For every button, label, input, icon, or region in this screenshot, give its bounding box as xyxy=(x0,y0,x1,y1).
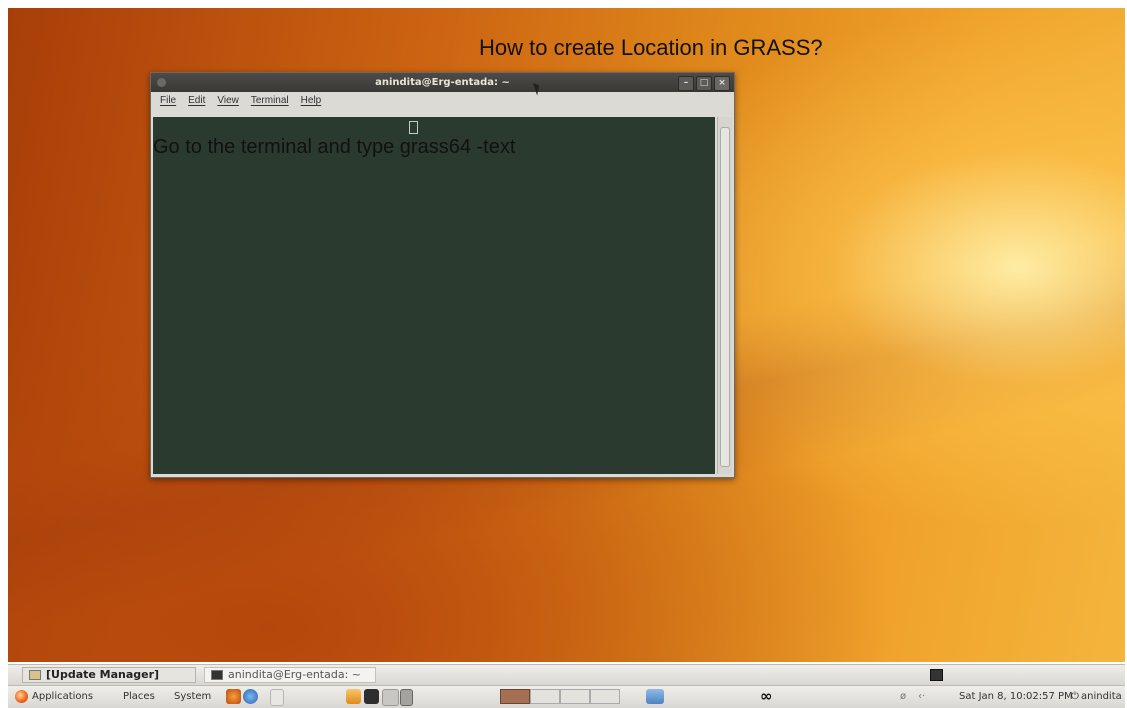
terminal-launcher-icon[interactable] xyxy=(364,689,379,704)
menu-places[interactable]: Places xyxy=(123,689,155,705)
window-menu-icon[interactable] xyxy=(157,78,166,87)
close-button[interactable]: × xyxy=(714,76,730,91)
maximize-button[interactable]: □ xyxy=(696,76,712,91)
user-menu[interactable]: anindita xyxy=(1081,689,1122,705)
menu-edit[interactable]: Edit xyxy=(188,92,205,109)
terminal-window-title: anindita@Erg-entada: ~ xyxy=(375,77,510,88)
screenshot-icon[interactable] xyxy=(382,689,399,706)
tutorial-step-instruction: Go to the terminal and type grass64 -tex… xyxy=(153,136,516,158)
ubuntu-logo-icon xyxy=(15,690,28,703)
weather-icon[interactable] xyxy=(646,689,664,704)
tutorial-title: How to create Location in GRASS? xyxy=(479,35,823,60)
terminal-icon xyxy=(211,670,223,680)
menu-applications[interactable]: Applications xyxy=(32,689,93,705)
scrollbar-thumb[interactable] xyxy=(720,127,730,467)
network-icon[interactable]: ø xyxy=(900,689,906,705)
workspace-1[interactable] xyxy=(500,689,530,704)
window-controls: – □ × xyxy=(678,76,730,91)
firefox-icon[interactable] xyxy=(226,689,241,704)
update-manager-icon xyxy=(29,670,41,680)
help-icon[interactable] xyxy=(243,689,258,704)
menu-file[interactable]: File xyxy=(160,92,176,109)
workspace-4[interactable] xyxy=(590,689,620,704)
taskbar-item-terminal[interactable]: anindita@Erg-entada: ~ xyxy=(204,667,376,683)
bottom-taskbar: [Update Manager] anindita@Erg-entada: ~ xyxy=(8,664,1125,685)
menu-system[interactable]: System xyxy=(174,689,211,705)
terminal-menubar: File Edit View Terminal Help xyxy=(151,92,734,109)
workspace-3[interactable] xyxy=(560,689,590,704)
taskbar-item-label: anindita@Erg-entada: ~ xyxy=(228,668,361,681)
calculator-icon[interactable] xyxy=(400,689,413,706)
show-desktop-icon[interactable] xyxy=(930,669,943,681)
gnome-panel: Applications Places System ∞ ø ‹· Sat Ja… xyxy=(8,685,1125,708)
folder-icon[interactable] xyxy=(346,689,361,704)
terminal-screen[interactable] xyxy=(153,117,715,474)
taskbar-item-label: [Update Manager] xyxy=(46,668,160,681)
taskbar-item-update-manager[interactable]: [Update Manager] xyxy=(22,667,196,683)
clock[interactable]: Sat Jan 8, 10:02:57 PM xyxy=(959,689,1073,705)
volume-icon[interactable]: ‹· xyxy=(918,689,925,705)
menu-terminal[interactable]: Terminal xyxy=(251,92,289,109)
text-editor-icon[interactable] xyxy=(270,689,284,706)
terminal-cursor xyxy=(409,121,418,134)
infinity-icon[interactable]: ∞ xyxy=(760,687,773,705)
power-icon[interactable]: ⏻ xyxy=(1071,689,1079,705)
menu-help[interactable]: Help xyxy=(301,92,322,109)
terminal-scrollbar[interactable] xyxy=(717,117,732,474)
menu-view[interactable]: View xyxy=(217,92,239,109)
minimize-button[interactable]: – xyxy=(678,76,694,91)
workspace-2[interactable] xyxy=(530,689,560,704)
terminal-window[interactable]: anindita@Erg-entada: ~ – □ × File Edit V… xyxy=(150,72,735,478)
terminal-titlebar[interactable]: anindita@Erg-entada: ~ – □ × xyxy=(151,73,734,92)
